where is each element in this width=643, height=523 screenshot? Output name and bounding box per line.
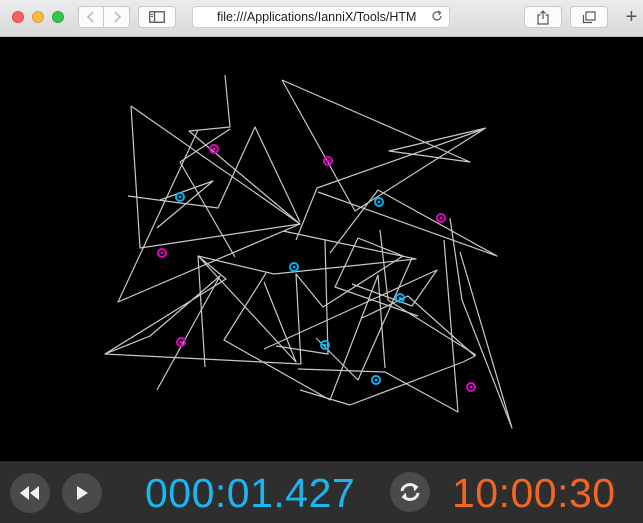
play-icon bbox=[77, 486, 88, 500]
score-curve bbox=[317, 189, 498, 257]
share-icon bbox=[537, 9, 549, 25]
address-url: file:///Applications/IanniX/Tools/HTM bbox=[217, 10, 417, 24]
cursor-cyan[interactable] bbox=[374, 197, 384, 207]
show-tabs-button[interactable] bbox=[570, 6, 608, 28]
score-curve bbox=[379, 229, 477, 356]
chevron-left-icon bbox=[86, 11, 94, 23]
score-curve bbox=[127, 126, 301, 223]
zoom-window-button[interactable] bbox=[52, 11, 64, 23]
score-curve bbox=[223, 272, 386, 401]
score-curve bbox=[130, 74, 301, 249]
score-curve bbox=[104, 237, 419, 365]
cursor-cyan[interactable] bbox=[371, 375, 381, 385]
sidebar-button[interactable] bbox=[138, 6, 176, 28]
reload-icon[interactable] bbox=[430, 9, 444, 27]
new-tab-button[interactable]: + bbox=[620, 6, 643, 30]
score-curve bbox=[263, 269, 438, 350]
cursor-cyan[interactable] bbox=[289, 262, 299, 272]
back-button[interactable] bbox=[78, 6, 104, 28]
history-navigation bbox=[78, 6, 130, 28]
chevron-right-icon bbox=[113, 11, 121, 23]
score-cursors bbox=[157, 144, 476, 392]
cursor-magenta[interactable] bbox=[466, 382, 476, 392]
cursor-magenta[interactable] bbox=[436, 213, 446, 223]
elapsed-time: 000:01.427 bbox=[145, 470, 356, 516]
forward-button[interactable] bbox=[104, 6, 130, 28]
rewind-button[interactable] bbox=[10, 473, 50, 513]
total-duration: 10:00:30 bbox=[452, 470, 616, 516]
sidebar-icon bbox=[149, 11, 165, 23]
play-button[interactable] bbox=[62, 473, 102, 513]
score-curve bbox=[449, 217, 513, 429]
loop-toggle-button[interactable] bbox=[390, 472, 430, 512]
rewind-icon bbox=[20, 486, 39, 500]
close-window-button[interactable] bbox=[12, 11, 24, 23]
cursor-magenta[interactable] bbox=[323, 156, 333, 166]
score-curve bbox=[275, 239, 329, 355]
transport-bar: 000:01.427 10:00:30 bbox=[0, 461, 643, 523]
minimize-window-button[interactable] bbox=[32, 11, 44, 23]
loop-arrows-icon bbox=[400, 483, 420, 501]
score-curve bbox=[117, 105, 301, 303]
score-canvas[interactable] bbox=[0, 37, 643, 461]
browser-toolbar: file:///Applications/IanniX/Tools/HTM + bbox=[0, 0, 643, 37]
score-curve bbox=[281, 79, 487, 163]
tabs-overview-icon bbox=[582, 10, 596, 23]
iannix-score-viewport[interactable] bbox=[0, 37, 643, 461]
score-curve bbox=[297, 239, 459, 413]
cursor-cyan[interactable] bbox=[175, 192, 185, 202]
cursor-magenta[interactable] bbox=[157, 248, 167, 258]
address-bar[interactable]: file:///Applications/IanniX/Tools/HTM bbox=[192, 6, 450, 28]
score-curve bbox=[104, 255, 227, 391]
share-button[interactable] bbox=[524, 6, 562, 28]
